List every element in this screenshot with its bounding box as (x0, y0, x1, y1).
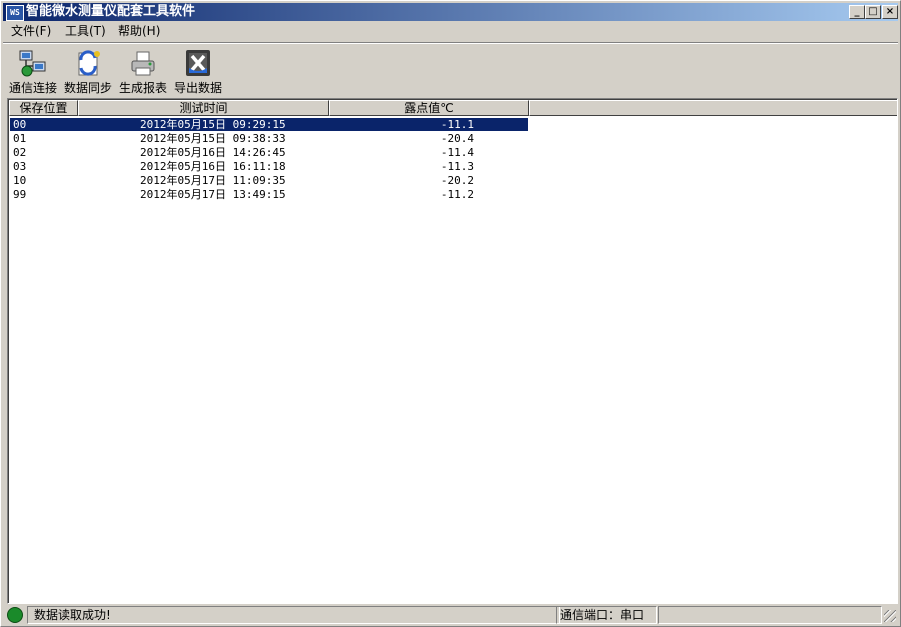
network-connect-icon (19, 50, 46, 77)
window-title: 智能微水测量仪配套工具软件 (26, 4, 196, 19)
connection-status-icon (7, 607, 23, 623)
status-empty-panel (658, 606, 882, 624)
export-button[interactable]: 导出数据 (171, 46, 225, 96)
app-icon[interactable]: WS (6, 5, 24, 21)
printer-report-icon (131, 51, 155, 76)
table-row[interactable]: 01 2012年05月15日 09:38:33 -20.4 (9, 132, 896, 146)
cell-dewpoint: -11.4 (440, 146, 474, 159)
cell-dewpoint: -11.1 (440, 118, 474, 131)
cell-dewpoint: -11.3 (440, 160, 474, 173)
column-header-dewpoint[interactable]: 露点值℃ (329, 100, 529, 116)
cell-time: 2012年05月17日 11:09:35 (140, 174, 286, 187)
cell-dewpoint: -20.4 (440, 132, 474, 145)
cell-time: 2012年05月17日 13:49:15 (140, 188, 286, 201)
table-row[interactable]: 03 2012年05月16日 16:11:18 -11.3 (9, 160, 896, 174)
maximize-button[interactable]: □ (865, 5, 881, 19)
cell-time: 2012年05月15日 09:29:15 (140, 118, 286, 131)
column-header-time[interactable]: 测试时间 (78, 100, 329, 116)
status-bar: 数据读取成功! 通信端口：串口 (3, 604, 898, 624)
menu-file[interactable]: 文件(F) (11, 24, 51, 39)
status-port: 通信端口：串口 (556, 606, 657, 624)
table-row[interactable]: 02 2012年05月16日 14:26:45 -11.4 (9, 146, 896, 160)
minimize-button[interactable]: _ (849, 5, 865, 19)
cell-dewpoint: -20.2 (440, 174, 474, 187)
sync-label: 数据同步 (63, 81, 112, 95)
cell-time: 2012年05月16日 16:11:18 (140, 160, 286, 173)
column-header-filler (529, 100, 897, 116)
cell-position: 02 (13, 146, 27, 159)
app-window: WS 智能微水测量仪配套工具软件 _ □ × 文件(F) 工具(T) 帮助(H)… (0, 0, 901, 627)
cell-position: 00 (13, 118, 27, 131)
menu-help[interactable]: 帮助(H) (118, 24, 160, 39)
cell-time: 2012年05月16日 14:26:45 (140, 146, 286, 159)
data-list[interactable]: 保存位置 测试时间 露点值℃ 00 2012年05月15日 09:29:15 -11… (7, 98, 898, 604)
export-label: 导出数据 (173, 81, 222, 95)
connect-label: 通信连接 (8, 81, 57, 95)
connect-button[interactable]: 通信连接 (6, 46, 60, 96)
menu-bar: 文件(F) 工具(T) 帮助(H) (3, 22, 898, 41)
toolbar: 通信连接 数据同步 生成报表 导出数据 (3, 44, 898, 96)
sync-button[interactable]: 数据同步 (61, 46, 115, 96)
cell-position: 01 (13, 132, 27, 145)
cell-position: 10 (13, 174, 27, 187)
menu-tools[interactable]: 工具(T) (65, 24, 106, 39)
report-button[interactable]: 生成报表 (116, 46, 170, 96)
resize-grip[interactable] (884, 610, 896, 622)
cell-position: 03 (13, 160, 27, 173)
status-message: 数据读取成功! (27, 606, 560, 624)
data-sync-icon (78, 50, 100, 76)
column-header-position[interactable]: 保存位置 (9, 100, 78, 116)
title-bar[interactable]: WS 智能微水测量仪配套工具软件 _ □ × (3, 3, 898, 21)
cell-position: 99 (13, 188, 27, 201)
cell-dewpoint: -11.2 (440, 188, 474, 201)
table-row[interactable]: 10 2012年05月17日 11:09:35 -20.2 (9, 174, 896, 188)
table-row[interactable]: 99 2012年05月17日 13:49:15 -11.2 (9, 188, 896, 202)
list-header: 保存位置 测试时间 露点值℃ (9, 100, 897, 116)
table-row[interactable]: 00 2012年05月15日 09:29:15 -11.1 (9, 117, 896, 132)
report-label: 生成报表 (118, 81, 167, 95)
excel-export-icon (186, 50, 210, 76)
cell-time: 2012年05月15日 09:38:33 (140, 132, 286, 145)
close-button[interactable]: × (882, 5, 898, 19)
